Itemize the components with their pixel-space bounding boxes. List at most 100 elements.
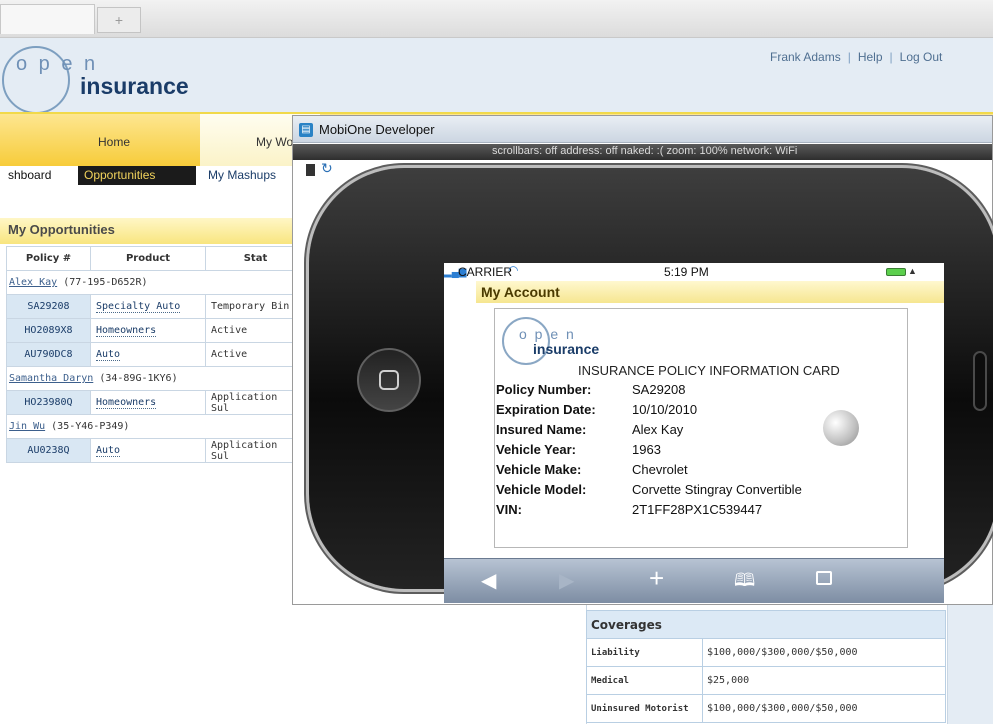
wifi-icon: ◠ <box>508 263 519 277</box>
subnav-my-mashups[interactable]: My Mashups <box>208 168 276 182</box>
bookmarks-icon[interactable]: 🕮 <box>734 568 755 598</box>
battery-tip-icon: ▲ <box>908 266 917 276</box>
field-label: Policy Number: <box>496 382 592 397</box>
customer-row: Jin Wu (35-Y46-P349) <box>6 414 306 439</box>
field-value: SA29208 <box>632 382 686 397</box>
separator: | <box>847 50 851 64</box>
product-cell[interactable]: Specialty Auto <box>90 294 206 319</box>
policy-cell[interactable]: AU0238Q <box>6 438 91 463</box>
policy-cell[interactable]: HO23980Q <box>6 390 91 415</box>
column-header[interactable]: Product <box>90 246 206 271</box>
user-links: Frank Adams | Help | Log Out <box>770 50 942 64</box>
field-label: Expiration Date: <box>496 402 596 417</box>
table-header-row: Policy # Product Stat <box>6 246 306 271</box>
back-icon[interactable]: ◀ <box>481 568 496 593</box>
subnav-dashboard[interactable]: shboard <box>8 168 51 182</box>
field-value: 10/10/2010 <box>632 402 698 417</box>
pages-icon[interactable] <box>816 571 832 585</box>
policy-cell[interactable]: AU790DC8 <box>6 342 91 367</box>
column-header[interactable]: Stat <box>205 246 306 271</box>
field-value: 1963 <box>632 442 661 457</box>
user-name: Frank Adams <box>770 50 841 64</box>
customer-link[interactable]: Alex Kay <box>9 277 57 288</box>
opportunities-title: My Opportunities <box>8 222 115 237</box>
field-label: Insured Name: <box>496 422 587 437</box>
product-cell[interactable]: Homeowners <box>90 390 206 415</box>
field-value: Corvette Stingray Convertible <box>632 482 802 497</box>
mobione-title: MobiOne Developer <box>319 122 435 137</box>
table-row[interactable]: AU790DC8 Auto Active <box>6 342 306 367</box>
nav-tab-my-work-label[interactable]: My Wo <box>256 135 293 149</box>
table-row[interactable]: HO2089X8 Homeowners Active <box>6 318 306 343</box>
column-header[interactable]: Policy # <box>6 246 91 271</box>
subnav-opportunities[interactable]: Opportunities <box>78 166 196 185</box>
battery-icon <box>886 268 906 276</box>
browser-tab[interactable] <box>0 4 95 34</box>
customer-id: (77-195-D652R) <box>63 277 148 288</box>
table-row[interactable]: HO23980Q Homeowners Application Sul <box>6 390 306 415</box>
customer-link[interactable]: Jin Wu <box>9 421 45 432</box>
coverage-value: $25,000 <box>702 666 946 695</box>
field-value: 2T1FF28PX1C539447 <box>632 502 763 517</box>
customer-row: Samantha Daryn (34-89G-1KY6) <box>6 366 306 391</box>
speaker-grille <box>973 351 987 411</box>
safari-toolbar <box>444 558 944 603</box>
customer-cell: Alex Kay (77-195-D652R) <box>6 270 306 295</box>
logout-link[interactable]: Log Out <box>900 50 943 64</box>
logo-insurance-text: insurance <box>80 73 189 99</box>
coverage-label: Liability <box>586 638 703 667</box>
coverage-label: Uninsured Motorist <box>586 694 703 723</box>
product-cell[interactable]: Homeowners <box>90 318 206 343</box>
card-logo-open-text: o p e n <box>519 326 576 342</box>
new-tab-icon[interactable]: + <box>97 7 141 33</box>
account-title: My Account <box>481 284 560 300</box>
product-cell[interactable]: Auto <box>90 342 206 367</box>
mobione-app-icon: ▤ <box>299 123 313 137</box>
status-cell: Application Sul <box>205 390 306 415</box>
mobione-window: ▤ MobiOne Developer scrollbars: off addr… <box>292 115 993 605</box>
table-row: Liability $100,000/$300,000/$50,000 <box>586 638 946 667</box>
device-icon[interactable] <box>306 164 315 176</box>
customer-link[interactable]: Samantha Daryn <box>9 373 93 384</box>
field-label: Vehicle Year: <box>496 442 576 457</box>
product-link[interactable]: Auto <box>96 349 121 361</box>
page-side-strip <box>948 600 993 724</box>
coverage-value: $100,000/$300,000/$50,000 <box>702 638 946 667</box>
field-value: Alex Kay <box>632 422 684 437</box>
separator: | <box>889 50 893 64</box>
forward-icon[interactable]: ▶ <box>559 568 574 593</box>
help-link[interactable]: Help <box>858 50 883 64</box>
table-row[interactable]: AU0238Q Auto Application Sul <box>6 438 306 463</box>
table-row[interactable]: SA29208 Specialty Auto Temporary Bin <box>6 294 306 319</box>
product-cell[interactable]: Auto <box>90 438 206 463</box>
status-cell: Application Sul <box>205 438 306 463</box>
status-cell: Temporary Bin <box>205 294 306 319</box>
status-cell: Active <box>205 318 306 343</box>
card-title: INSURANCE POLICY INFORMATION CARD <box>578 363 840 378</box>
add-icon[interactable]: + <box>649 563 664 594</box>
browser-tab-strip <box>0 0 993 38</box>
product-link[interactable]: Homeowners <box>96 397 157 409</box>
product-link[interactable]: Homeowners <box>96 325 157 337</box>
nav-tab-home[interactable]: Home <box>98 135 130 149</box>
customer-row: Alex Kay (77-195-D652R) <box>6 270 306 295</box>
table-row: Medical $25,000 <box>586 666 946 695</box>
customer-cell: Samantha Daryn (34-89G-1KY6) <box>6 366 306 391</box>
field-label: Vehicle Model: <box>496 482 587 497</box>
coverage-value: $100,000/$300,000/$50,000 <box>702 694 946 723</box>
card-logo-insurance-text: insurance <box>533 341 600 357</box>
product-link[interactable]: Specialty Auto <box>96 301 181 313</box>
iphone-device: ▂▄▆ CARRIER ◠ 5:19 PM ▲ My Account o p e… <box>309 168 993 603</box>
home-button-square <box>379 370 399 390</box>
customer-cell: Jin Wu (35-Y46-P349) <box>6 414 306 439</box>
policy-cell[interactable]: SA29208 <box>6 294 91 319</box>
rotate-icon[interactable]: ↻ <box>321 160 333 177</box>
policy-cell[interactable]: HO2089X8 <box>6 318 91 343</box>
phone-screen: ▂▄▆ CARRIER ◠ 5:19 PM ▲ My Account o p e… <box>444 263 944 603</box>
mobione-status-text: scrollbars: off address: off naked: :( z… <box>492 145 798 157</box>
coverages-title: Coverages <box>586 610 946 639</box>
carrier-name: CARRIER <box>458 265 513 279</box>
product-link[interactable]: Auto <box>96 445 121 457</box>
opportunities-table: Policy # Product Stat Alex Kay (77-195-D… <box>6 246 306 463</box>
field-label: VIN: <box>496 502 522 517</box>
